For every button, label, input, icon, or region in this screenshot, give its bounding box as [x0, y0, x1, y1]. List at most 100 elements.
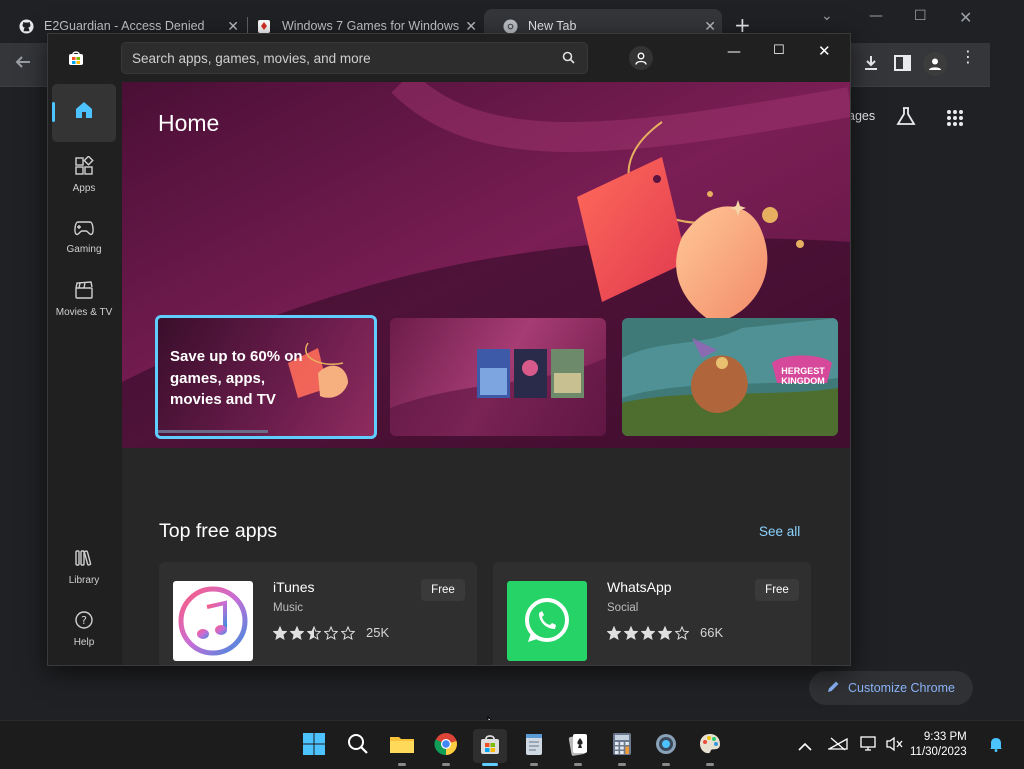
- star-full-icon: [607, 625, 621, 640]
- section-title: Top free apps: [159, 520, 278, 542]
- store-search-input[interactable]: Search apps, games, movies, and more: [121, 42, 588, 74]
- apps-grid-icon[interactable]: [946, 109, 964, 131]
- minimize-icon[interactable]: —: [869, 8, 883, 24]
- running-indicator: [398, 763, 406, 766]
- start-button[interactable]: [297, 729, 331, 763]
- taskbar-solitaire[interactable]: [561, 729, 595, 766]
- volume-muted-icon[interactable]: [886, 736, 904, 756]
- customize-label: Customize Chrome: [848, 681, 955, 695]
- clock-date: 11/30/2023: [910, 746, 967, 758]
- search-icon: [347, 733, 369, 759]
- search-placeholder: Search apps, games, movies, and more: [132, 50, 371, 66]
- taskbar-chrome[interactable]: [429, 729, 463, 766]
- running-indicator: [530, 763, 538, 766]
- nav-label: Apps: [72, 183, 96, 194]
- windows-taskbar: 9:33 PM 11/30/2023: [0, 720, 1024, 769]
- taskbar-notepad[interactable]: [517, 729, 551, 766]
- github-icon: [18, 18, 34, 34]
- close-window-icon[interactable]: ✕: [818, 42, 831, 60]
- star-rating: 25K: [273, 625, 389, 640]
- rating-count: 25K: [366, 625, 390, 640]
- promo-card-games[interactable]: [390, 318, 606, 436]
- labs-flask-icon[interactable]: [895, 105, 917, 131]
- search-icon[interactable]: [562, 51, 575, 67]
- microsoft-store-window: Search apps, games, movies, and more — ☐…: [47, 33, 851, 666]
- taskbar-settings[interactable]: [649, 729, 683, 766]
- notification-bell-icon[interactable]: [989, 736, 1003, 756]
- show-hidden-icons-chevron-icon[interactable]: [798, 737, 812, 756]
- library-icon: [74, 548, 94, 575]
- star-rating: 66K: [607, 625, 723, 640]
- store-logo-icon: [68, 50, 84, 70]
- back-arrow-icon[interactable]: [13, 52, 33, 76]
- calculator-icon: [612, 732, 632, 760]
- home-icon: [74, 100, 94, 127]
- minimize-icon[interactable]: —: [727, 44, 741, 60]
- see-all-link[interactable]: See all: [759, 524, 800, 539]
- nav-help[interactable]: ? Help: [52, 600, 116, 658]
- taskbar-file-explorer[interactable]: [385, 729, 419, 766]
- solitaire-icon: [256, 18, 272, 34]
- folder-icon: [389, 733, 415, 759]
- clock-time: 9:33 PM: [923, 731, 967, 743]
- taskbar-microsoft-store[interactable]: [473, 729, 507, 766]
- running-indicator: [706, 763, 714, 766]
- promo-card-hergest-kingdom[interactable]: HERGEST KINGDOM: [622, 318, 838, 436]
- account-icon[interactable]: [629, 46, 653, 70]
- maximize-icon[interactable]: ☐: [914, 8, 927, 24]
- app-name: WhatsApp: [607, 579, 672, 595]
- profile-avatar-icon[interactable]: [923, 52, 947, 76]
- system-clock[interactable]: 9:33 PM 11/30/2023: [910, 730, 967, 760]
- app-price-badge: Free: [755, 579, 799, 601]
- promo-card-sale[interactable]: Save up to 60% on games, apps, movies an…: [155, 315, 377, 439]
- clapperboard-icon: [74, 280, 94, 307]
- customize-chrome-button[interactable]: Customize Chrome: [809, 671, 973, 705]
- tab-title: E2Guardian - Access Denied: [44, 19, 205, 33]
- app-category: Social: [607, 602, 639, 614]
- star-full-icon: [658, 625, 672, 640]
- network-disconnected-icon[interactable]: [826, 735, 848, 755]
- game-covers-art: [390, 349, 606, 436]
- nav-label: Movies & TV: [55, 307, 113, 318]
- star-empty-icon: [324, 625, 338, 640]
- tab-search-icon[interactable]: ⌄: [821, 8, 833, 24]
- home-hero-banner: Home Save up to 60% on games, apps, movi…: [122, 82, 850, 448]
- paint-palette-icon: [698, 732, 722, 760]
- app-category: Music: [273, 602, 304, 614]
- download-icon[interactable]: [862, 54, 880, 76]
- taskbar-search[interactable]: [341, 729, 375, 763]
- star-full-icon: [273, 625, 287, 640]
- promo-text: Save up to 60% on games, apps, movies an…: [170, 348, 303, 408]
- running-indicator: [442, 763, 450, 766]
- kebab-menu-icon[interactable]: ⋮: [960, 49, 976, 65]
- nav-apps[interactable]: Apps: [52, 146, 116, 204]
- store-title-bar: Search apps, games, movies, and more — ☐…: [48, 34, 850, 82]
- store-main-content: Home Save up to 60% on games, apps, movi…: [122, 82, 850, 665]
- close-tab-icon[interactable]: ✕: [704, 18, 716, 35]
- chrome-icon: [434, 732, 458, 760]
- running-indicator: [574, 763, 582, 766]
- app-card-whatsapp[interactable]: WhatsApp Social Free 66K: [493, 562, 811, 665]
- taskbar-calculator[interactable]: [605, 729, 639, 766]
- page-title: Home: [158, 110, 220, 136]
- side-panel-icon[interactable]: [894, 55, 911, 75]
- monitor-icon[interactable]: [860, 736, 878, 756]
- solitaire-icon: [567, 732, 589, 760]
- close-window-icon[interactable]: ✕: [959, 8, 972, 27]
- gamepad-icon: [73, 219, 95, 244]
- nav-gaming[interactable]: Gaming: [52, 208, 116, 266]
- tab-title: New Tab: [528, 19, 577, 33]
- close-tab-icon[interactable]: ✕: [465, 18, 477, 35]
- nav-movies-tv[interactable]: Movies & TV: [52, 270, 116, 328]
- active-indicator: [482, 763, 498, 766]
- nav-label: Gaming: [66, 244, 102, 255]
- maximize-icon[interactable]: ☐: [773, 43, 785, 58]
- whatsapp-icon: [507, 581, 587, 661]
- star-empty-icon: [675, 625, 689, 640]
- taskbar-paint[interactable]: [693, 729, 727, 766]
- app-card-itunes[interactable]: iTunes Music Free 25K: [159, 562, 477, 665]
- images-link[interactable]: ages: [848, 109, 875, 123]
- star-full-icon: [624, 625, 638, 640]
- nav-home[interactable]: [52, 84, 116, 142]
- nav-library[interactable]: Library: [52, 538, 116, 596]
